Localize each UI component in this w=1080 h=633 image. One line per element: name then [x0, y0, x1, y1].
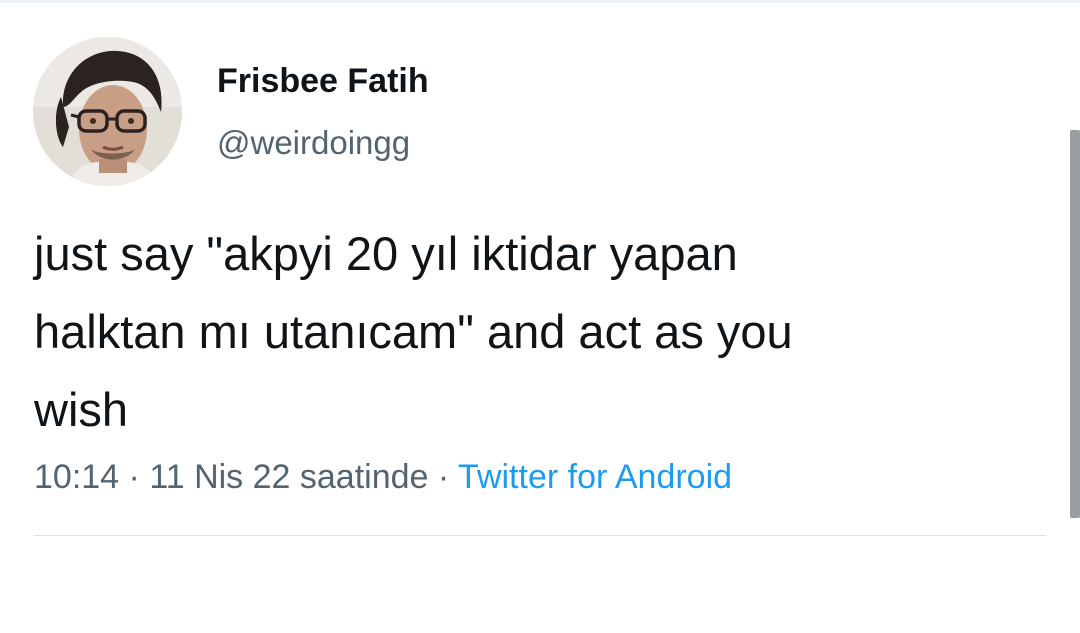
tweet-source-link[interactable]: Twitter for Android: [458, 458, 732, 496]
tweet-text-line: halktan mı utanıcam" and act as you: [34, 305, 793, 358]
top-divider: [0, 0, 1080, 3]
scrollbar[interactable]: [1070, 130, 1080, 518]
tweet-metadata: 10:14 · 11 Nis 22 saatinde · Twitter for…: [34, 458, 732, 497]
tweet-date[interactable]: 11 Nis 22 saatinde: [149, 458, 428, 496]
bottom-divider: [34, 535, 1046, 536]
author-display-name[interactable]: Frisbee Fatih: [217, 62, 429, 101]
tweet-screenshot: Frisbee Fatih @weirdoingg just say "akpy…: [0, 0, 1080, 633]
tweet-time[interactable]: 10:14: [34, 458, 119, 496]
meta-separator: ·: [128, 458, 150, 496]
author-handle[interactable]: @weirdoingg: [217, 124, 410, 162]
tweet-text-line: wish: [34, 383, 129, 436]
tweet-text-line: just say "akpyi 20 yıl iktidar yapan: [34, 227, 738, 280]
meta-separator: ·: [437, 458, 459, 496]
avatar[interactable]: [33, 37, 182, 186]
tweet-text: just say "akpyi 20 yıl iktidar yapan hal…: [34, 215, 1034, 449]
avatar-photo-icon: [33, 37, 182, 186]
